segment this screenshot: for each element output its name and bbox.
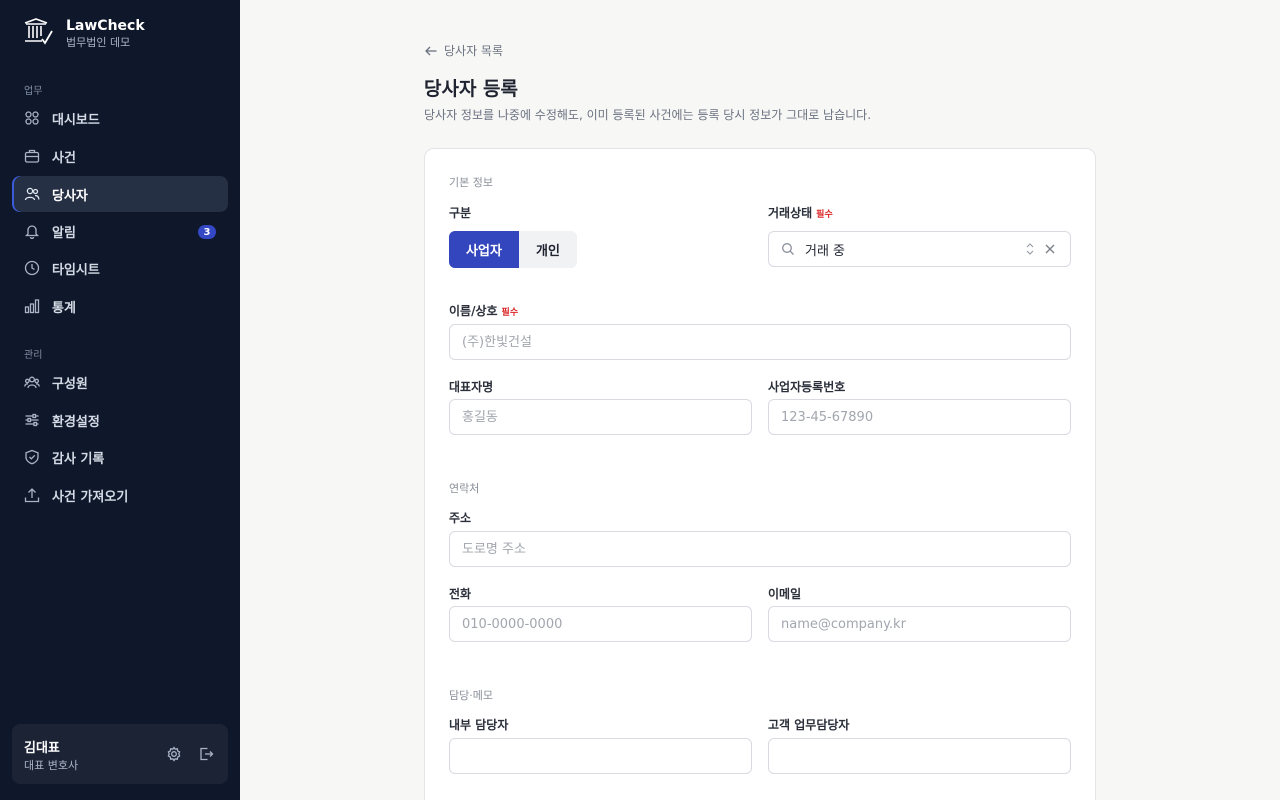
grid-icon	[24, 110, 40, 126]
ceo-name-label: 대표자명	[449, 380, 494, 394]
brand[interactable]: LawCheck 법무법인 데모	[22, 16, 145, 50]
brand-subtitle: 법무법인 데모	[66, 36, 131, 49]
status-label: 거래상태 필수	[768, 204, 833, 221]
email-label: 이메일	[768, 587, 802, 601]
settings-gear-icon[interactable]	[166, 746, 182, 762]
sidebar-item-label: 환경설정	[52, 414, 100, 430]
sidebar-item-label: 타임시트	[52, 262, 100, 278]
sidebar-item-label: 알림	[52, 225, 76, 241]
team-icon	[24, 374, 40, 390]
type-individual-button[interactable]: 개인	[519, 231, 577, 268]
bar-chart-icon	[24, 298, 40, 314]
business-number-input[interactable]	[768, 399, 1071, 435]
courthouse-logo-icon	[24, 18, 53, 45]
arrow-left-icon	[425, 46, 437, 55]
sidebar-item-label: 감사 기록	[52, 451, 105, 467]
sidebar-item-dashboard[interactable]: 대시보드	[12, 100, 228, 136]
sidebar-item-label: 통계	[52, 300, 76, 316]
logout-icon[interactable]	[198, 746, 214, 762]
clock-icon	[24, 260, 40, 276]
client-contact-input[interactable]	[768, 738, 1071, 774]
sidebar-item-parties[interactable]: 당사자	[12, 176, 228, 212]
bell-icon	[24, 223, 40, 239]
notification-count-badge: 3	[198, 225, 216, 239]
chevron-up-down-icon[interactable]	[1024, 242, 1036, 256]
address-input[interactable]	[449, 531, 1071, 567]
back-link-label: 당사자 목록	[444, 44, 504, 58]
section-label-admin: 관리	[24, 350, 43, 361]
sidebar-item-label: 구성원	[52, 376, 88, 392]
group-label-memo: 담당·메모	[449, 689, 493, 702]
ceo-name-input[interactable]	[449, 399, 752, 435]
clear-x-icon[interactable]	[1044, 243, 1056, 255]
sidebar-item-stats[interactable]: 통계	[12, 288, 228, 324]
type-business-button[interactable]: 사업자	[449, 231, 519, 268]
sidebar-item-settings[interactable]: 환경설정	[12, 402, 228, 438]
required-tag: 필수	[816, 210, 833, 220]
search-icon	[782, 243, 794, 255]
internal-manager-input[interactable]	[449, 738, 752, 774]
status-label-text: 거래상태	[768, 206, 813, 220]
group-label-basic: 기본 정보	[449, 176, 493, 189]
briefcase-icon	[24, 148, 40, 164]
email-input[interactable]	[768, 606, 1071, 642]
phone-label: 전화	[449, 587, 472, 601]
sidebar-item-label: 당사자	[52, 188, 88, 204]
address-label: 주소	[449, 511, 472, 525]
back-to-party-list-link[interactable]: 당사자 목록	[424, 42, 503, 59]
page-description: 당사자 정보를 나중에 수정해도, 이미 등록된 사건에는 등록 당시 정보가 …	[424, 108, 872, 122]
party-form-card: 기본 정보 구분 사업자 개인 거래상태필수 거래 중 이름/상호필수 대표자명…	[424, 148, 1096, 800]
sidebar-item-label: 대시보드	[52, 112, 100, 128]
trade-status-combobox[interactable]: 거래 중	[768, 231, 1071, 267]
page-title: 당사자 등록	[424, 78, 519, 100]
sidebar-item-label: 사건	[52, 150, 76, 166]
brand-name: LawCheck	[66, 18, 145, 34]
name-label-text: 이름/상호	[449, 304, 498, 318]
section-label-work: 업무	[24, 86, 43, 97]
user-card: 김대표 대표 변호사	[12, 724, 228, 784]
sidebar-item-cases[interactable]: 사건	[12, 138, 228, 174]
sidebar-item-members[interactable]: 구성원	[12, 364, 228, 400]
user-name: 김대표	[24, 741, 60, 756]
group-label-contact: 연락처	[449, 482, 480, 495]
name-input[interactable]	[449, 324, 1071, 360]
party-type-toggle: 사업자 개인	[449, 231, 577, 268]
name-label: 이름/상호 필수	[449, 302, 518, 319]
business-number-label: 사업자등록번호	[768, 380, 846, 394]
client-contact-label: 고객 업무담당자	[768, 718, 850, 732]
sidebar-item-audit-log[interactable]: 감사 기록	[12, 439, 228, 475]
trade-status-value: 거래 중	[805, 243, 846, 259]
user-role: 대표 변호사	[24, 759, 79, 772]
shield-icon	[24, 449, 40, 465]
phone-input[interactable]	[449, 606, 752, 642]
users-icon	[24, 186, 40, 202]
sliders-icon	[24, 412, 40, 428]
upload-icon	[24, 487, 40, 503]
sidebar-item-notifications[interactable]: 알림 3	[12, 213, 228, 249]
required-tag: 필수	[501, 308, 519, 318]
sidebar-item-label: 사건 가져오기	[52, 489, 129, 505]
sidebar: LawCheck 법무법인 데모 업무 대시보드 사건 당사자 알림 3 타임시…	[0, 0, 240, 800]
internal-manager-label: 내부 담당자	[449, 718, 509, 732]
sidebar-item-import-cases[interactable]: 사건 가져오기	[12, 477, 228, 513]
sidebar-item-timesheet[interactable]: 타임시트	[12, 250, 228, 286]
type-label: 구분	[449, 206, 472, 220]
